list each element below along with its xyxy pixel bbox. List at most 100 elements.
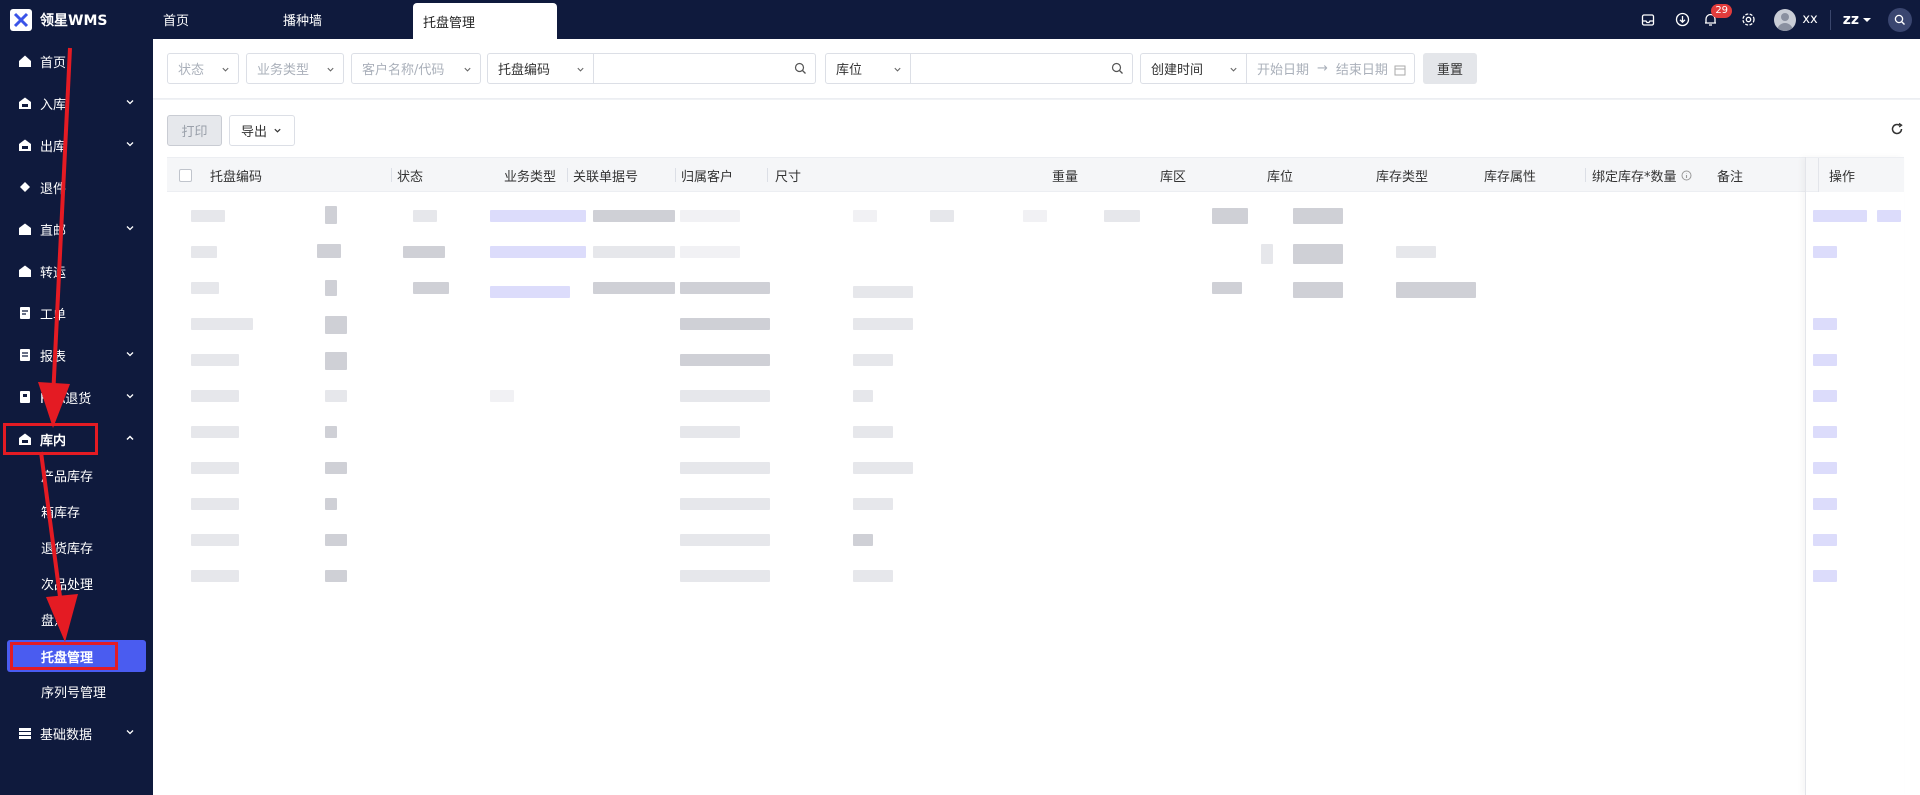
biz-type-select[interactable]: 业务类型 (246, 53, 344, 84)
search-icon[interactable] (794, 62, 807, 75)
highlight-box-in-warehouse (3, 423, 98, 455)
user-menu[interactable]: xx (1774, 8, 1818, 31)
obscured-cell (930, 210, 954, 222)
col-status[interactable]: 状态 (397, 158, 423, 192)
obscured-cell (853, 354, 893, 366)
chevron-down-icon (126, 730, 134, 735)
notification-bell-icon[interactable]: 29 (1696, 0, 1733, 39)
col-customer[interactable]: 归属客户 (681, 158, 733, 192)
print-button-label: 打印 (181, 125, 208, 140)
col-bound-stock-qty[interactable]: 绑定库存*数量 (1592, 158, 1692, 192)
obscured-cell (490, 246, 586, 258)
sidebar-subitem-product-stock[interactable]: 产品库存 (0, 461, 153, 489)
table-header: 托盘编码 状态 业务类型 关联单据号 归属客户 尺寸 重量 库区 库位 库存类型… (167, 157, 1904, 192)
transfer-icon (18, 264, 32, 278)
obscured-cell (680, 318, 770, 330)
search-icon[interactable] (1111, 62, 1124, 75)
sidebar-item-base-data[interactable]: 基础数据 (0, 716, 153, 750)
sidebar-subitem-return-stock[interactable]: 退货库存 (0, 533, 153, 561)
obscured-cell (191, 498, 239, 510)
obscured-cell (191, 390, 239, 402)
global-search-icon[interactable] (1888, 7, 1912, 32)
col-pallet-code[interactable]: 托盘编码 (210, 158, 262, 192)
column-divider[interactable] (391, 168, 392, 182)
sidebar-item-inbound[interactable]: 入库 (0, 86, 153, 120)
obscured-cell (191, 318, 253, 330)
tab-home[interactable]: 首页 (153, 0, 293, 39)
obscured-cell (191, 354, 239, 366)
sidebar-item-returns[interactable]: 退件 (0, 170, 153, 204)
refresh-icon[interactable] (1890, 122, 1904, 136)
sidebar-item-transfer[interactable]: 转运 (0, 254, 153, 288)
download-icon[interactable] (1668, 0, 1696, 39)
pallet-code-search-input[interactable] (594, 53, 816, 84)
date-range-picker[interactable]: 开始日期 → 结束日期 (1247, 53, 1415, 84)
tab-seeding-wall[interactable]: 播种墙 (273, 0, 413, 39)
obscured-cell (853, 286, 913, 298)
time-field-select[interactable]: 创建时间 (1140, 53, 1247, 84)
inbox-icon[interactable] (1634, 0, 1662, 39)
pallet-code-field-select[interactable]: 托盘编码 (487, 53, 594, 84)
app-logo[interactable]: 领星WMS (0, 0, 153, 39)
obscured-cell (853, 462, 913, 474)
sidebar-subitem-defect-handling[interactable]: 次品处理 (0, 569, 153, 597)
account-name: zz (1842, 11, 1859, 28)
col-biz-type[interactable]: 业务类型 (504, 158, 556, 192)
sidebar-item-label: 工单 (40, 307, 67, 323)
sidebar-item-home[interactable]: 首页 (0, 44, 153, 78)
obscured-cell (191, 282, 219, 294)
export-button[interactable]: 导出 (229, 115, 295, 146)
column-divider[interactable] (567, 168, 568, 182)
location-field-select[interactable]: 库位 (825, 53, 911, 84)
biz-type-placeholder: 业务类型 (257, 63, 310, 78)
obscured-cell (1813, 318, 1837, 330)
col-location[interactable]: 库位 (1267, 158, 1293, 192)
customer-select[interactable]: 客户名称/代码 (351, 53, 481, 84)
settings-gear-icon[interactable] (1734, 0, 1762, 39)
sidebar-item-workorder[interactable]: 工单 (0, 296, 153, 330)
col-stock-attr[interactable]: 库存属性 (1484, 158, 1536, 192)
obscured-cell (593, 210, 675, 222)
return-icon (18, 180, 32, 194)
col-weight[interactable]: 重量 (1052, 158, 1078, 192)
sidebar-subitem-box-stock[interactable]: 箱库存 (0, 497, 153, 525)
caret-down-icon (1863, 17, 1871, 22)
column-divider[interactable] (1585, 168, 1586, 182)
print-button[interactable]: 打印 (167, 115, 222, 146)
sidebar-item-report[interactable]: 报表 (0, 338, 153, 372)
sidebar-item-label: 直邮 (40, 223, 67, 239)
obscured-cell (680, 282, 770, 294)
direct-mail-icon (18, 222, 32, 236)
sidebar-item-label: 退件 (40, 181, 67, 197)
obscured-cell (1396, 246, 1436, 258)
highlight-box-pallet-management (10, 642, 118, 670)
select-all-checkbox[interactable] (179, 169, 192, 182)
location-search-input[interactable] (911, 53, 1133, 84)
sidebar-item-outbound[interactable]: 出库 (0, 128, 153, 162)
obscured-cell (325, 534, 347, 546)
obscured-cell (403, 246, 445, 258)
obscured-cell (1813, 534, 1837, 546)
info-icon[interactable] (1681, 170, 1692, 181)
column-divider[interactable] (675, 168, 676, 182)
column-divider[interactable] (767, 168, 768, 182)
status-select[interactable]: 状态 (167, 53, 239, 84)
col-size[interactable]: 尺寸 (775, 158, 801, 192)
chevron-down-icon (464, 67, 471, 72)
obscured-cell (191, 426, 239, 438)
tab-pallet-management[interactable]: 托盘管理 (413, 3, 557, 39)
col-zone[interactable]: 库区 (1160, 158, 1186, 192)
col-label: 归属客户 (681, 169, 734, 185)
col-related-doc[interactable]: 关联单据号 (573, 158, 638, 192)
col-stock-type[interactable]: 库存类型 (1376, 158, 1428, 192)
obscured-cell (680, 570, 770, 582)
obscured-cell (1293, 244, 1343, 264)
sidebar-item-direct-mail[interactable]: 直邮 (0, 212, 153, 246)
account-dropdown[interactable]: zz (1843, 12, 1872, 28)
reset-button[interactable]: 重置 (1423, 53, 1478, 84)
sidebar-subitem-serial-number[interactable]: 序列号管理 (0, 677, 153, 705)
obscured-cell (1877, 210, 1901, 222)
sidebar-item-fba-return[interactable]: FBA退货 (0, 380, 153, 414)
col-remark[interactable]: 备注 (1717, 158, 1743, 192)
sidebar-subitem-stocktake[interactable]: 盘点 (0, 605, 153, 633)
